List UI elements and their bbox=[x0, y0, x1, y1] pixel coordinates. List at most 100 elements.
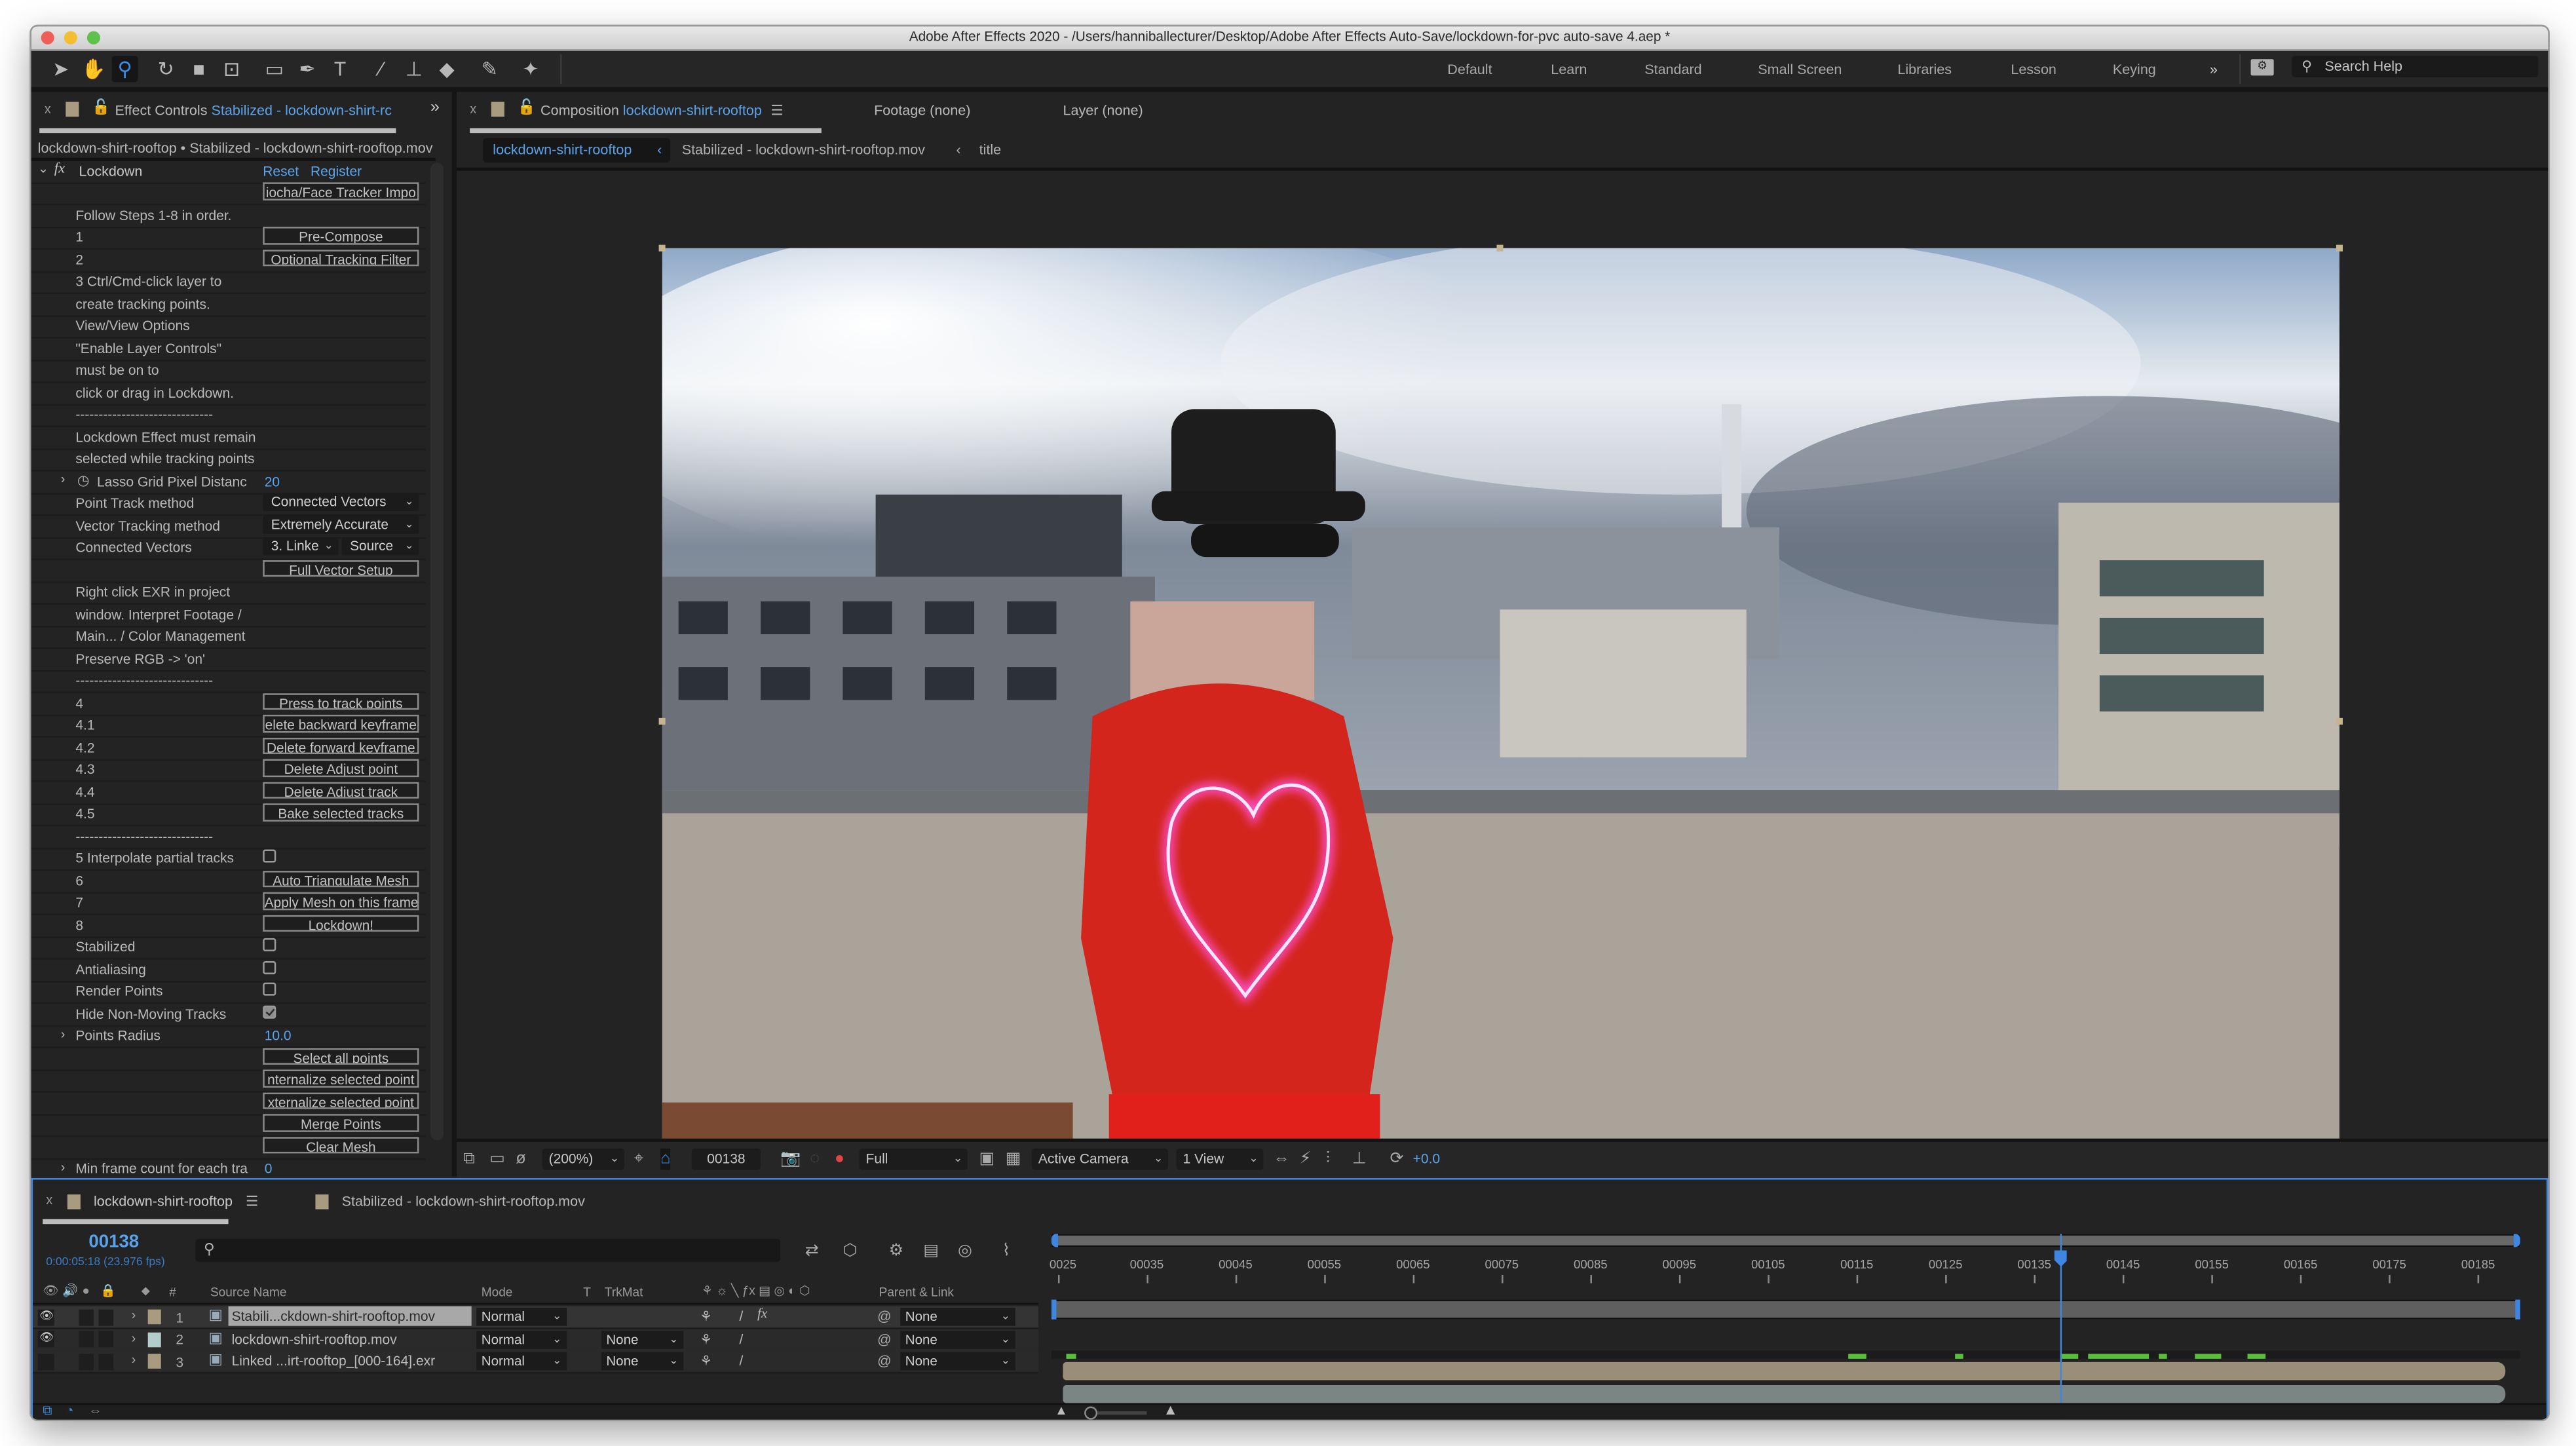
layer-tab[interactable]: Layer (none) bbox=[1063, 102, 1143, 118]
effect-button[interactable]: Clear Mesh bbox=[263, 1136, 419, 1154]
trkmat-dropdown[interactable]: None ⌄ bbox=[601, 1352, 684, 1371]
region-of-interest-icon[interactable]: ⌂ bbox=[660, 1148, 671, 1170]
panel-menu-icon[interactable]: ☰ bbox=[770, 102, 783, 118]
effect-button[interactable]: nternalize selected point bbox=[263, 1070, 419, 1088]
property-value[interactable]: 0 bbox=[265, 1160, 273, 1176]
parent-dropdown[interactable]: None ⌄ bbox=[900, 1308, 1015, 1326]
property-value[interactable]: 20 bbox=[265, 472, 280, 489]
visibility-toggle[interactable]: 👁 bbox=[37, 1331, 54, 1348]
collapse-chevron-icon[interactable]: ⌄ bbox=[38, 161, 49, 176]
close-panel-icon[interactable]: x bbox=[46, 1193, 52, 1208]
parent-dropdown[interactable]: None ⌄ bbox=[900, 1329, 1015, 1348]
effect-checkbox[interactable] bbox=[263, 849, 276, 863]
property-dropdown[interactable]: Source ⌄ bbox=[341, 537, 419, 556]
transform-handle[interactable] bbox=[658, 244, 666, 252]
effect-button[interactable]: Delete forward keyframe bbox=[263, 737, 419, 755]
quality-switch-icon[interactable]: / bbox=[739, 1330, 743, 1346]
property-value[interactable]: 10.0 bbox=[265, 1027, 292, 1043]
rectangle-tool-icon[interactable]: ▭ bbox=[261, 56, 288, 82]
layer-label-color[interactable] bbox=[147, 1354, 161, 1369]
effect-button[interactable]: elete backward keyframe bbox=[263, 715, 419, 733]
camera-view-dropdown[interactable]: Active Camera ⌄ bbox=[1031, 1148, 1168, 1170]
blend-mode-dropdown[interactable]: Normal ⌄ bbox=[476, 1329, 567, 1348]
grid-guides-icon[interactable]: ⌖ bbox=[634, 1149, 643, 1170]
lock-toggle[interactable] bbox=[98, 1308, 114, 1325]
effect-button[interactable]: Press to track points bbox=[263, 693, 419, 711]
hide-shy-layers-icon[interactable]: ⚙ bbox=[889, 1240, 903, 1262]
playhead-line[interactable] bbox=[2060, 1234, 2063, 1420]
channel-rgb-icon[interactable]: ● bbox=[835, 1149, 844, 1170]
parent-dropdown[interactable]: None ⌄ bbox=[900, 1352, 1015, 1371]
current-time-field[interactable]: 00138 bbox=[691, 1148, 761, 1170]
workspace-lesson[interactable]: Lesson bbox=[2011, 61, 2056, 77]
pan-behind-tool-icon[interactable]: ⊡ bbox=[219, 56, 245, 82]
solo-toggle[interactable] bbox=[79, 1331, 94, 1348]
blend-mode-dropdown[interactable]: Normal ⌄ bbox=[476, 1308, 567, 1326]
workspace-overflow-button[interactable]: » bbox=[2210, 61, 2218, 77]
toggle-pixel-aspect-icon[interactable]: ⇔ bbox=[1273, 1149, 1289, 1170]
quality-switch-icon[interactable]: / bbox=[739, 1308, 743, 1324]
zoom-tool-icon[interactable]: ⚲ bbox=[111, 56, 138, 83]
hand-tool-icon[interactable]: ✋ bbox=[81, 56, 107, 82]
lock-toggle[interactable] bbox=[98, 1353, 114, 1370]
pick-whip-icon[interactable]: @ bbox=[877, 1308, 891, 1324]
shy-switch-icon[interactable]: ⚘ bbox=[700, 1352, 712, 1369]
layer-switches-toggle-icon[interactable]: ⧉ bbox=[43, 1403, 52, 1420]
rotation-tool-icon[interactable]: ↻ bbox=[153, 56, 179, 82]
video-frame[interactable] bbox=[662, 248, 2339, 1193]
transform-handle[interactable] bbox=[1496, 244, 1504, 252]
expand-chevron-icon[interactable]: › bbox=[132, 1352, 136, 1367]
effect-button[interactable]: Delete Adjust track bbox=[263, 782, 419, 799]
expand-chevron-icon[interactable]: › bbox=[132, 1308, 136, 1323]
quality-switch-icon[interactable]: / bbox=[739, 1352, 743, 1369]
effect-button[interactable]: xternalize selected point bbox=[263, 1092, 419, 1110]
frame-blending-icon[interactable]: ▤ bbox=[923, 1240, 939, 1262]
solo-toggle[interactable] bbox=[79, 1308, 94, 1325]
timeline-zoom-slider-track[interactable] bbox=[1097, 1411, 1147, 1414]
transfer-controls-toggle-icon[interactable]: ◔ bbox=[66, 1403, 73, 1418]
work-area-bar[interactable] bbox=[1051, 1299, 2520, 1320]
timeline-icon[interactable]: ⫶ bbox=[1326, 1149, 1330, 1170]
effect-controls-tab[interactable]: x 🔓 Effect Controls Stabilized - lockdow… bbox=[31, 92, 452, 138]
effect-button[interactable]: Pre-Compose bbox=[263, 227, 419, 245]
effect-checkbox[interactable] bbox=[263, 938, 276, 951]
footage-tab[interactable]: Footage (none) bbox=[874, 102, 970, 118]
shy-switch-icon[interactable]: ⚘ bbox=[700, 1308, 712, 1324]
snapshot-camera-icon[interactable]: 📷 bbox=[780, 1149, 801, 1170]
register-link[interactable]: Register bbox=[311, 162, 362, 178]
fast-draft-icon[interactable]: ⚡ bbox=[1300, 1149, 1312, 1170]
layer-row[interactable]: 👁 › 2 ▣ lockdown-shirt-rooftop.mov Norma… bbox=[33, 1328, 1038, 1352]
effect-button[interactable]: Auto Triangulate Mesh bbox=[263, 870, 419, 888]
fast-previews-icon[interactable]: ▣ bbox=[979, 1149, 995, 1170]
clone-stamp-tool-icon[interactable]: ⊥ bbox=[401, 56, 427, 82]
effect-button[interactable]: Optional Tracking Filter bbox=[263, 249, 419, 267]
show-snapshot-icon[interactable]: ◌ bbox=[810, 1149, 820, 1170]
search-help-field[interactable]: ⚲ Search Help bbox=[2292, 56, 2539, 77]
panel-overflow-icon[interactable]: » bbox=[430, 98, 440, 117]
pick-whip-icon[interactable]: @ bbox=[877, 1352, 891, 1369]
twirl-chevron-icon[interactable]: › bbox=[61, 1159, 66, 1174]
lock-toggle[interactable] bbox=[98, 1331, 114, 1348]
breadcrumb-item-title[interactable]: title bbox=[979, 142, 1002, 158]
trkmat-dropdown[interactable]: None ⌄ bbox=[601, 1329, 684, 1348]
workspace-default[interactable]: Default bbox=[1447, 61, 1492, 77]
work-area-start[interactable] bbox=[1051, 1299, 1057, 1320]
view-layout-dropdown[interactable]: 1 View ⌄ bbox=[1176, 1148, 1264, 1170]
zoom-out-icon[interactable]: ▲ bbox=[1055, 1403, 1068, 1418]
close-panel-icon[interactable]: x bbox=[45, 102, 51, 117]
pen-tool-icon[interactable]: ✒ bbox=[294, 56, 320, 82]
breadcrumb-item-comp[interactable]: lockdown-shirt-rooftop bbox=[493, 142, 632, 158]
effect-checkbox[interactable] bbox=[263, 1004, 276, 1018]
layer-row[interactable]: › 3 ▣ Linked ...irt-rooftop_[000-164].ex… bbox=[33, 1350, 1038, 1374]
effect-button[interactable]: Full Vector Setup bbox=[263, 560, 419, 577]
unlock-icon[interactable]: 🔓 bbox=[518, 98, 536, 117]
layer-row[interactable]: 👁 › 1 ▣ Stabili...ckdown-shirt-rooftop.m… bbox=[33, 1306, 1038, 1329]
composition-mini-flowchart-icon[interactable]: ⇄ bbox=[805, 1240, 819, 1262]
twirl-chevron-icon[interactable]: › bbox=[61, 1026, 66, 1041]
resolution-dropdown[interactable]: Full ⌄ bbox=[859, 1148, 968, 1170]
timeline-tab-active[interactable]: lockdown-shirt-rooftop ☰ bbox=[94, 1193, 258, 1211]
work-area-end[interactable] bbox=[2515, 1299, 2520, 1320]
solo-toggle[interactable] bbox=[79, 1353, 94, 1370]
property-dropdown[interactable]: Extremely Accurate ⌄ bbox=[263, 515, 419, 534]
layer-duration-bar[interactable] bbox=[1063, 1384, 2506, 1403]
